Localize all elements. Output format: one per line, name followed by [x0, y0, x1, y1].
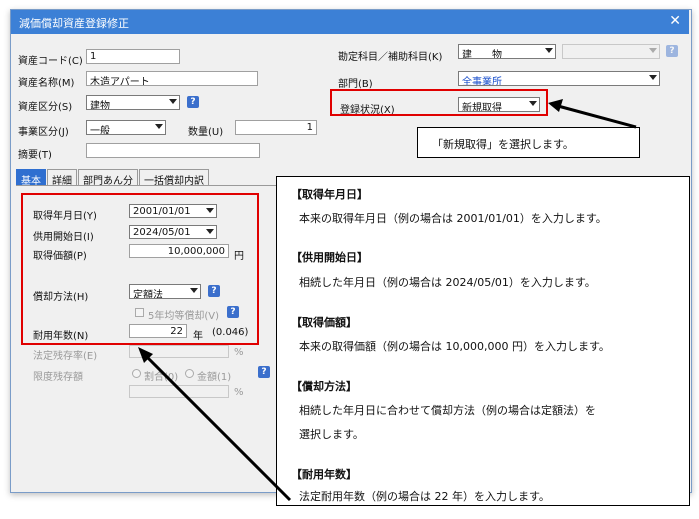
status-arrow-line	[557, 104, 637, 129]
pointer-arrows	[138, 99, 637, 502]
fields-arrow-line	[144, 354, 292, 502]
status-arrow-head	[548, 99, 563, 112]
